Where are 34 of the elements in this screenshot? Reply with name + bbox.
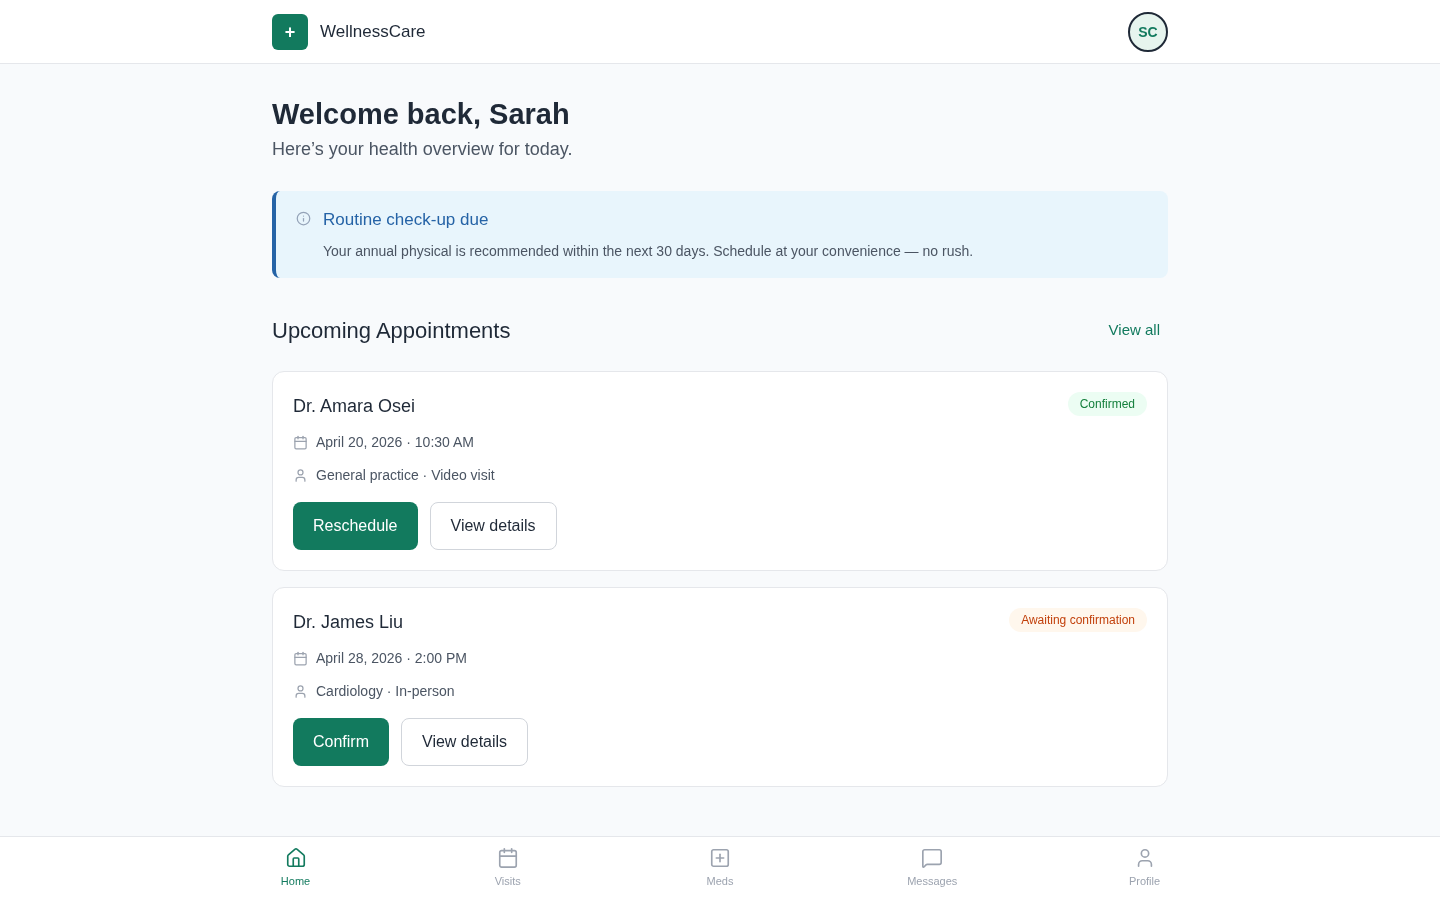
- calendar-icon: [293, 650, 308, 666]
- view-details-button[interactable]: View details: [429, 501, 557, 550]
- primary-button[interactable]: Confirm: [293, 717, 389, 766]
- appointment-type: Cardiology · In-person: [316, 681, 455, 701]
- person-icon: [293, 683, 308, 699]
- person-icon: [293, 467, 308, 483]
- status-badge: Confirmed: [1067, 391, 1147, 416]
- nav-tab[interactable]: Meds: [672, 847, 768, 890]
- calendar-icon: [496, 847, 519, 870]
- calendar-icon: [293, 434, 308, 450]
- notice-text: Your annual physical is recommended within the next 30 days. Schedule at your convenience — no rush.: [323, 241, 974, 261]
- home-icon: [284, 847, 307, 870]
- nav-tab[interactable]: Visits: [459, 847, 556, 890]
- welcome-subtitle: Here’s your health overview for today.: [272, 138, 574, 161]
- doctor-name: Dr. James Liu: [293, 610, 404, 634]
- logo: +: [272, 13, 308, 50]
- appointment-type: General practice · Video visit: [316, 465, 495, 485]
- plus-square-icon: [709, 847, 731, 870]
- info-icon: [296, 211, 311, 226]
- nav-tab[interactable]: Messages: [884, 847, 981, 890]
- avatar[interactable]: SC: [1128, 11, 1168, 52]
- section-title: Upcoming Appointments: [272, 316, 511, 345]
- view-all-link[interactable]: View all: [1108, 318, 1160, 342]
- appointment-datetime: April 28, 2026 · 2:00 PM: [316, 648, 467, 668]
- notice-title: Routine check-up due: [323, 209, 490, 231]
- brand-name: WellnessCare: [320, 20, 426, 43]
- nav-tab[interactable]: Home: [247, 847, 344, 890]
- view-details-button[interactable]: View details: [401, 717, 529, 766]
- primary-button[interactable]: Reschedule: [293, 501, 418, 550]
- welcome-title: Welcome back, Sarah: [272, 97, 571, 132]
- doctor-name: Dr. Amara Osei: [293, 394, 416, 418]
- appointment-datetime: April 20, 2026 · 10:30 AM: [316, 432, 474, 452]
- status-badge: Awaiting confirmation: [1009, 607, 1147, 632]
- speech-bubble-icon: [921, 847, 944, 870]
